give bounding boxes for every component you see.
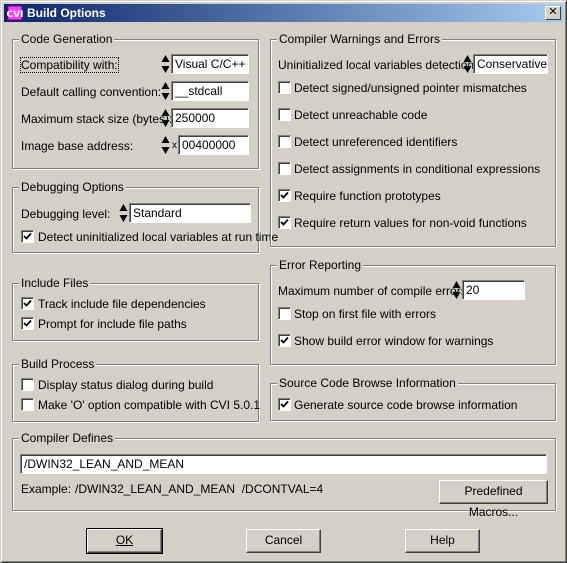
detect-uninit-label: Detect uninitialized local variables at … [38,230,279,244]
window-title: Build Options [27,6,106,20]
max-errors-field[interactable]: 20 [462,280,525,300]
build-options-dialog: CVI Build Options ✕ Code Generation Comp… [0,0,567,563]
signed-unsigned-label: Detect signed/unsigned pointer mismatche… [294,81,527,95]
status-dialog-checkbox[interactable] [21,378,34,391]
assignments-label: Detect assignments in conditional expres… [294,162,541,176]
calling-convention-spinner[interactable] [161,81,170,101]
build-process-group: Build Process [12,357,259,422]
stack-size-spinner[interactable] [161,108,170,128]
image-base-prefix: x [172,140,177,151]
uninit-detection-field[interactable]: Conservative [473,54,548,74]
compiler-warnings-title: Compiler Warnings and Errors [277,32,442,46]
compiler-defines-title: Compiler Defines [19,431,116,445]
compatibility-label: Compatibility with: [20,57,119,73]
unreferenced-checkbox[interactable] [278,135,291,148]
close-button[interactable]: ✕ [545,6,561,20]
include-files-title: Include Files [19,276,91,290]
prompt-include-checkbox[interactable] [21,317,34,330]
error-reporting-title: Error Reporting [277,258,364,272]
image-base-label: Image base address: [21,139,134,153]
make-o-checkbox[interactable] [21,398,34,411]
svg-text:CVI: CVI [7,10,23,20]
debugging-level-label: Debugging level: [21,207,111,221]
include-files-group: Include Files [12,276,259,341]
cvi-app-icon: CVI [7,5,23,21]
ok-button[interactable]: OK [86,528,163,554]
prompt-include-label: Prompt for include file paths [38,317,187,331]
help-label: Help [430,533,455,547]
unreachable-checkbox[interactable] [278,108,291,121]
image-base-spinner[interactable] [161,135,170,155]
return-values-checkbox[interactable] [278,216,291,229]
title-bar: CVI Build Options ✕ [4,4,563,22]
generate-browse-label: Generate source code browse information [294,398,518,412]
debugging-options-title: Debugging Options [19,180,126,194]
debugging-level-spinner[interactable] [119,203,128,223]
browse-info-title: Source Code Browse Information [277,376,458,390]
close-icon: ✕ [548,6,558,18]
prototypes-label: Require function prototypes [294,189,441,203]
stack-size-field[interactable]: 250000 [171,108,249,128]
status-dialog-label: Display status dialog during build [38,378,214,392]
signed-unsigned-checkbox[interactable] [278,81,291,94]
example-label: Example: [21,482,72,496]
show-window-checkbox[interactable] [278,334,291,347]
stop-first-checkbox[interactable] [278,307,291,320]
calling-convention-label: Default calling convention: [21,85,162,99]
prototypes-checkbox[interactable] [278,189,291,202]
predefined-macros-label: Predefined Macros... [464,484,523,519]
compatibility-field[interactable]: Visual C/C++ [171,54,249,74]
code-generation-title: Code Generation [19,32,115,46]
return-values-label: Require return values for non-void funct… [294,216,527,230]
generate-browse-checkbox[interactable] [278,398,291,411]
track-include-label: Track include file dependencies [38,297,206,311]
show-window-label: Show build error window for warnings [294,334,494,348]
unreferenced-label: Detect unreferenced identifiers [294,135,458,149]
make-o-label: Make 'O' option compatible with CVI 5.0.… [38,398,261,412]
max-errors-spinner[interactable] [452,280,461,300]
track-include-checkbox[interactable] [21,297,34,310]
unreachable-label: Detect unreachable code [294,108,428,122]
image-base-field[interactable]: 00400000 [178,135,249,155]
uninit-detection-label: Uninitialized local variables detection: [278,58,478,72]
compiler-defines-field[interactable]: /DWIN32_LEAN_AND_MEAN [20,454,547,474]
compatibility-spinner[interactable] [161,54,170,74]
debugging-level-field[interactable]: Standard [129,203,251,223]
build-process-title: Build Process [19,357,97,371]
stack-size-label: Maximum stack size (bytes): [21,112,173,126]
stop-first-label: Stop on first file with errors [294,307,437,321]
predefined-macros-button[interactable]: Predefined Macros... [439,480,548,519]
calling-convention-field[interactable]: __stdcall [171,81,249,101]
example-value: /DWIN32_LEAN_AND_MEAN /DCONTVAL=4 [75,482,324,496]
uninit-detection-spinner[interactable] [463,54,472,74]
detect-uninit-checkbox[interactable] [21,230,34,243]
max-errors-label: Maximum number of compile errors: [278,284,471,298]
ok-label: OK [115,533,134,547]
cancel-button[interactable]: Cancel [246,529,321,553]
assignments-checkbox[interactable] [278,162,291,175]
cancel-label: Cancel [264,533,303,547]
help-button[interactable]: Help [405,529,480,553]
